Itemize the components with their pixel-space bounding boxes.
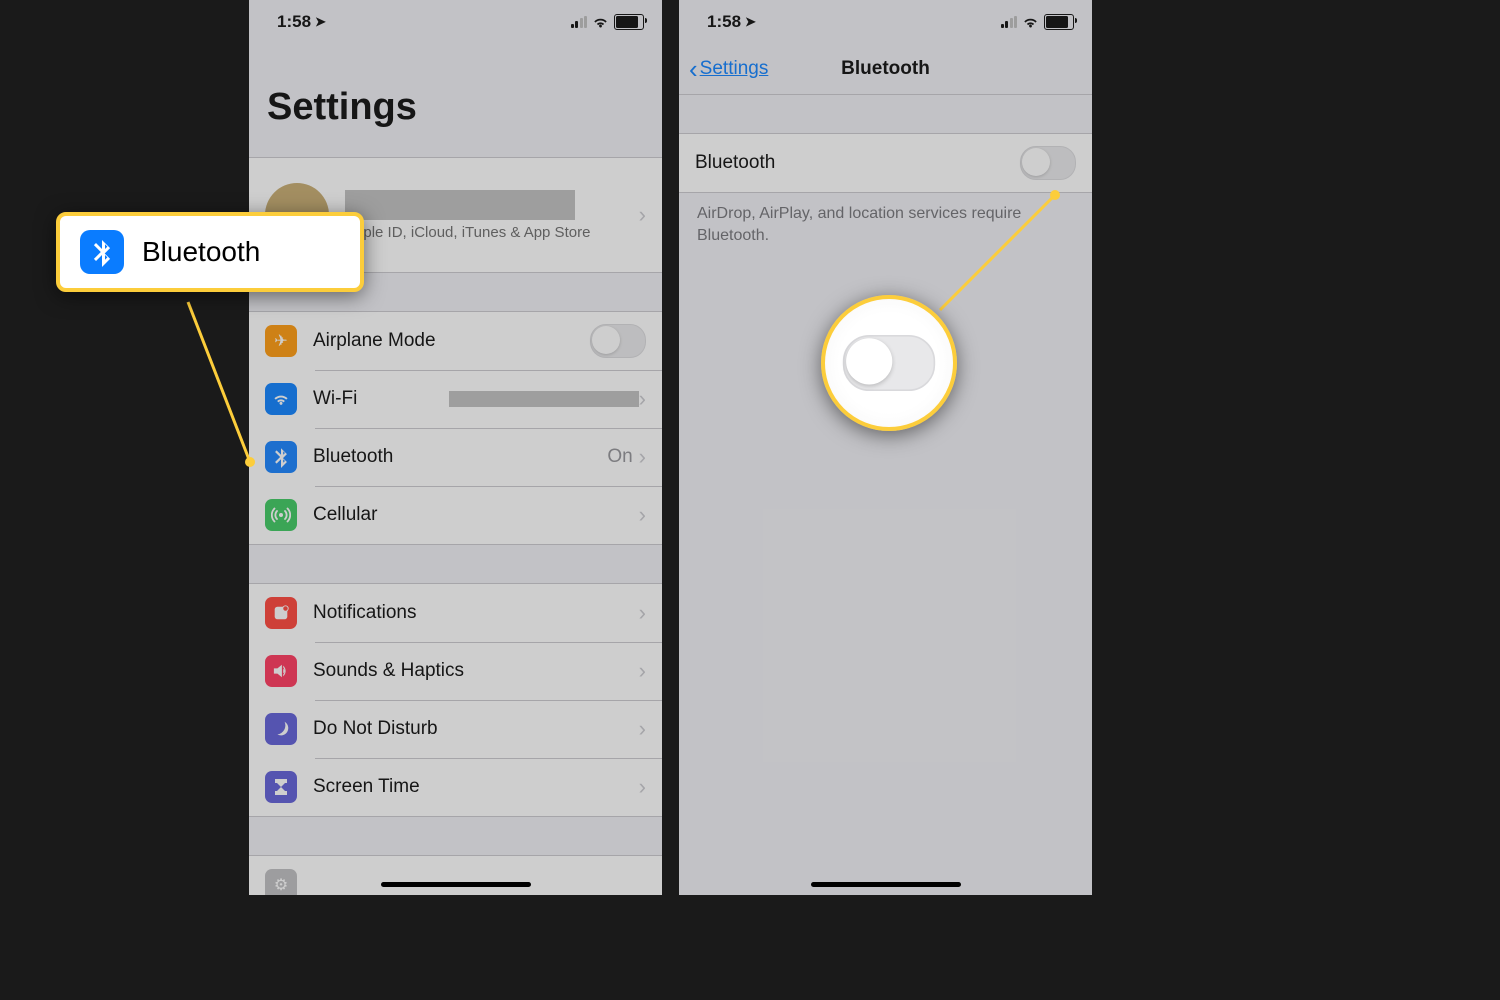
notifications-label: Notifications — [313, 602, 639, 624]
bluetooth-icon — [80, 230, 124, 274]
chevron-right-icon: › — [639, 202, 646, 228]
settings-screen: 1:58 ➤ Settings Apple ID, iCloud, iTunes… — [249, 0, 662, 895]
dnd-icon — [265, 713, 297, 745]
location-icon: ➤ — [745, 14, 756, 30]
back-button[interactable]: ‹ Settings — [689, 54, 768, 85]
callout-bluetooth-row: Bluetooth — [56, 212, 364, 292]
dnd-row[interactable]: Do Not Disturb › — [249, 700, 662, 758]
bluetooth-value: On — [607, 446, 632, 468]
airplane-toggle[interactable] — [590, 324, 646, 358]
cellular-signal-icon — [571, 16, 588, 28]
bluetooth-footer-text: AirDrop, AirPlay, and location services … — [679, 193, 1092, 256]
notifications-row[interactable]: Notifications › — [249, 584, 662, 642]
location-icon: ➤ — [315, 14, 326, 30]
page-title: Settings — [249, 44, 662, 139]
chevron-right-icon: › — [639, 658, 646, 684]
airplane-label: Airplane Mode — [313, 330, 590, 352]
toggle-zoom — [843, 335, 935, 391]
back-label: Settings — [700, 58, 769, 80]
home-indicator[interactable] — [811, 882, 961, 887]
sounds-row[interactable]: Sounds & Haptics › — [249, 642, 662, 700]
chevron-right-icon: › — [639, 502, 646, 528]
bluetooth-row[interactable]: Bluetooth On › — [249, 428, 662, 486]
chevron-left-icon: ‹ — [689, 54, 698, 85]
notifications-icon — [265, 597, 297, 629]
airplane-icon: ✈ — [265, 325, 297, 357]
chevron-right-icon: › — [639, 716, 646, 742]
wifi-icon — [265, 383, 297, 415]
screentime-icon — [265, 771, 297, 803]
callout-bluetooth-label: Bluetooth — [142, 236, 260, 268]
home-indicator[interactable] — [381, 882, 531, 887]
bluetooth-screen: 1:58 ➤ ‹ Settings Bluetooth Bluetooth Ai… — [679, 0, 1092, 895]
general-row[interactable]: ⚙ — [249, 856, 662, 895]
wifi-row[interactable]: Wi-Fi › — [249, 370, 662, 428]
sounds-label: Sounds & Haptics — [313, 660, 639, 682]
chevron-right-icon: › — [639, 600, 646, 626]
chevron-right-icon: › — [639, 774, 646, 800]
battery-icon — [1044, 14, 1074, 30]
bluetooth-toggle-label: Bluetooth — [695, 152, 1020, 174]
wifi-label: Wi-Fi — [313, 388, 449, 410]
status-time: 1:58 — [707, 12, 741, 32]
cellular-row[interactable]: Cellular › — [249, 486, 662, 544]
nav-bar: ‹ Settings Bluetooth — [679, 44, 1092, 95]
screentime-label: Screen Time — [313, 776, 639, 798]
screentime-row[interactable]: Screen Time › — [249, 758, 662, 816]
bluetooth-icon — [265, 441, 297, 473]
status-bar: 1:58 ➤ — [679, 0, 1092, 44]
wifi-icon — [592, 16, 609, 28]
bluetooth-toggle-row[interactable]: Bluetooth — [679, 134, 1092, 192]
bluetooth-label: Bluetooth — [313, 446, 607, 468]
apple-id-subtitle: Apple ID, iCloud, iTunes & App Store — [345, 224, 639, 241]
gear-icon: ⚙ — [265, 869, 297, 895]
redacted-wifi-name — [449, 391, 639, 407]
dnd-label: Do Not Disturb — [313, 718, 639, 740]
callout-toggle — [821, 295, 957, 431]
chevron-right-icon: › — [639, 386, 646, 412]
sounds-icon — [265, 655, 297, 687]
chevron-right-icon: › — [639, 444, 646, 470]
redacted-name — [345, 190, 575, 220]
bluetooth-toggle[interactable] — [1020, 146, 1076, 180]
status-bar: 1:58 ➤ — [249, 0, 662, 44]
cellular-signal-icon — [1001, 16, 1018, 28]
status-time: 1:58 — [277, 12, 311, 32]
cellular-label: Cellular — [313, 504, 639, 526]
cellular-icon — [265, 499, 297, 531]
battery-icon — [614, 14, 644, 30]
airplane-mode-row[interactable]: ✈ Airplane Mode — [249, 312, 662, 370]
wifi-icon — [1022, 16, 1039, 28]
